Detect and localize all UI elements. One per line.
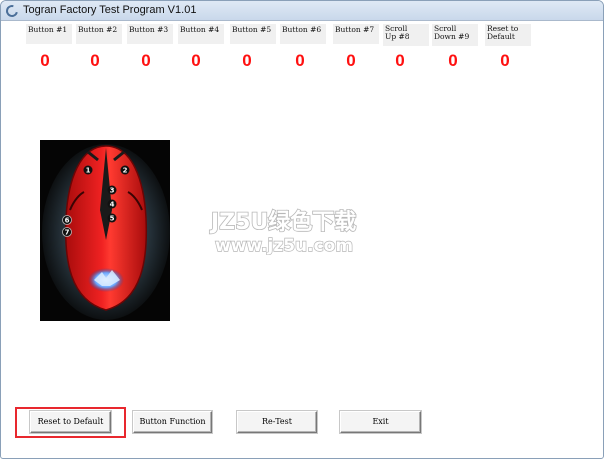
mouse-image: 1 2 3 4 5 6 7 <box>40 140 170 321</box>
counter-reset-to-default: 0 <box>500 51 510 70</box>
counter-button-1: 0 <box>40 51 50 70</box>
header-button-2: Button #2 <box>76 24 122 44</box>
watermark-line-1: JZ5U绿色下载 <box>209 209 356 235</box>
exit-button[interactable]: Exit <box>340 411 421 433</box>
counter-button-7: 0 <box>346 51 356 70</box>
counter-button-3: 0 <box>141 51 151 70</box>
counter-button-6: 0 <box>295 51 305 70</box>
header-button-3: Button #3 <box>127 24 173 44</box>
mouse-label-1: 1 <box>86 167 91 175</box>
counter-button-5: 0 <box>242 51 252 70</box>
app-icon <box>3 2 21 20</box>
reset-to-default-button[interactable]: Reset to Default <box>30 411 111 433</box>
header-scroll-up-8: Scroll Up #8 <box>383 24 429 46</box>
header-button-7: Button #7 <box>333 24 379 44</box>
app-window: Togran Factory Test Program V1.01 Button… <box>0 0 604 459</box>
counter-scroll-up-8: 0 <box>395 51 405 70</box>
header-reset-to-default: Reset to Default <box>485 24 531 46</box>
header-scroll-down-9: Scroll Down #9 <box>432 24 478 46</box>
watermark: JZ5U绿色下载 www.jz5u.com <box>207 207 407 257</box>
title-bar[interactable]: Togran Factory Test Program V1.01 <box>1 1 603 21</box>
counter-button-4: 0 <box>191 51 201 70</box>
mouse-label-3: 3 <box>110 187 115 195</box>
retest-button[interactable]: Re-Test <box>237 411 317 433</box>
header-button-4: Button #4 <box>178 24 224 44</box>
mouse-label-7: 7 <box>65 229 70 237</box>
counter-button-2: 0 <box>90 51 100 70</box>
mouse-label-5: 5 <box>110 215 115 223</box>
mouse-label-6: 6 <box>65 217 70 225</box>
header-button-6: Button #6 <box>280 24 326 44</box>
window-title: Togran Factory Test Program V1.01 <box>23 4 197 16</box>
watermark-line-2: www.jz5u.com <box>215 236 353 255</box>
button-function-button[interactable]: Button Function <box>133 411 212 433</box>
mouse-illustration: 1 2 3 4 5 6 7 <box>42 144 170 320</box>
header-button-1: Button #1 <box>26 24 72 44</box>
mouse-label-2: 2 <box>123 167 128 175</box>
mouse-label-4: 4 <box>110 201 115 209</box>
counter-scroll-down-9: 0 <box>448 51 458 70</box>
header-button-5: Button #5 <box>230 24 276 44</box>
